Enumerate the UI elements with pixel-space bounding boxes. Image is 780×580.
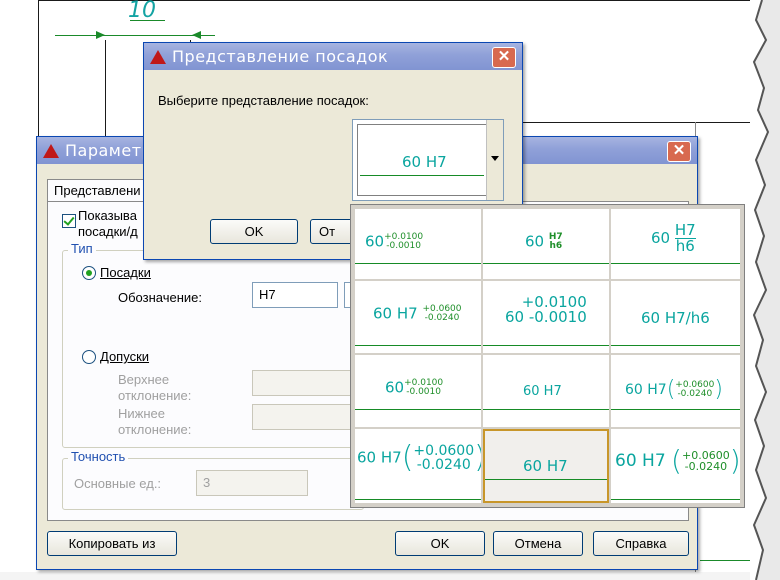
fits-title: Представление посадок bbox=[172, 47, 389, 66]
fit-option[interactable]: 60 +0.0100 -0.0010 bbox=[355, 209, 481, 279]
option-lower: -0.0010 bbox=[386, 241, 421, 251]
tolerances-radio-label: Допуски bbox=[100, 349, 150, 364]
cancel-button[interactable]: Отмена bbox=[493, 531, 583, 556]
option-baseline bbox=[483, 263, 609, 264]
option-baseline bbox=[483, 345, 609, 346]
option-baseline bbox=[611, 345, 740, 346]
upper-deviation-label-line2: отклонение: bbox=[118, 388, 192, 403]
dimension-arrow-left bbox=[96, 31, 105, 39]
app-logo-icon bbox=[150, 49, 166, 64]
close-icon[interactable]: ✕ bbox=[667, 141, 691, 162]
fit-option[interactable]: 60 H7 +0.0600 -0.0240 bbox=[355, 281, 481, 353]
option-base: 60 bbox=[385, 378, 405, 397]
help-button[interactable]: Справка bbox=[593, 531, 689, 556]
show-fits-label-line1: Показыва bbox=[78, 208, 137, 223]
app-logo-icon bbox=[43, 143, 59, 158]
fit-option[interactable]: +0.0100 60 -0.0010 bbox=[483, 281, 609, 353]
option-text: 60 H7/h6 bbox=[641, 309, 710, 327]
dimension-line bbox=[55, 35, 215, 36]
copy-from-button[interactable]: Копировать из bbox=[47, 531, 177, 556]
chevron-down-icon[interactable] bbox=[486, 120, 503, 200]
fit-option[interactable]: 60 H7 (+0.0600 -0.0240) bbox=[611, 429, 740, 503]
show-fits-checkbox[interactable] bbox=[62, 214, 76, 228]
option-baseline bbox=[355, 263, 481, 264]
fit-option[interactable]: 60 H7(+0.0600-0.0240) bbox=[611, 355, 740, 427]
option-baseline bbox=[483, 409, 609, 410]
option-baseline bbox=[611, 499, 740, 500]
ok-button[interactable]: OK bbox=[395, 531, 485, 556]
fit-option[interactable]: 60 H7(+0.0600-0.0240) bbox=[355, 429, 481, 503]
dimension-arrow-right bbox=[192, 31, 201, 39]
option-lower: -0.0240 bbox=[424, 313, 460, 323]
combo-preview: 60 H7 bbox=[357, 124, 487, 196]
option-base: 60 H7 bbox=[625, 382, 667, 398]
option-base: 60 H7 bbox=[373, 304, 418, 323]
option-text: 60 H7 bbox=[523, 384, 562, 399]
fit-option[interactable]: 60 H7/h6 bbox=[611, 281, 740, 353]
show-fits-label-line2: посадки/д bbox=[78, 224, 138, 239]
fits-dropdown-list: 60 +0.0100 -0.0010 60 H7 h6 60 H7 h6 60 H7 +… bbox=[350, 204, 745, 508]
option-lower: h6 bbox=[675, 237, 695, 255]
precision-group-label: Точность bbox=[68, 449, 129, 464]
option-upper: +0.0600 bbox=[413, 443, 475, 459]
fit-option[interactable]: 60 +0.0100 -0.0010 bbox=[355, 355, 481, 427]
upper-deviation-input bbox=[252, 370, 360, 396]
option-lower: -0.0010 bbox=[406, 387, 441, 397]
fit-option[interactable]: 60 H7 bbox=[483, 355, 609, 427]
option-baseline bbox=[355, 409, 481, 410]
option-baseline bbox=[611, 409, 740, 410]
parameters-title: Параметр bbox=[65, 141, 153, 160]
fits-radio[interactable] bbox=[82, 266, 96, 280]
lower-deviation-label-line1: Нижнее bbox=[118, 406, 165, 421]
designation-input[interactable]: H7 bbox=[252, 282, 338, 308]
fits-prompt: Выберите представление посадок: bbox=[158, 93, 369, 108]
lower-deviation-label-line2: отклонение: bbox=[118, 422, 192, 437]
fit-option[interactable]: 60 H7 h6 bbox=[483, 209, 609, 279]
combo-preview-text: 60 H7 bbox=[402, 153, 447, 171]
drawing-line bbox=[520, 122, 760, 123]
drawing-line bbox=[105, 40, 106, 140]
fit-option[interactable]: 60 H7 h6 bbox=[611, 209, 740, 279]
option-lower: -0.0240 bbox=[684, 460, 728, 473]
option-lower: 60 -0.0010 bbox=[505, 308, 587, 326]
fits-radio-label: Посадки bbox=[100, 265, 151, 280]
option-baseline bbox=[611, 263, 740, 264]
option-lower: h6 bbox=[549, 241, 563, 251]
main-units-label: Основные ед.: bbox=[74, 476, 162, 491]
dimension-text: 10 bbox=[128, 0, 156, 23]
option-base: 60 H7 bbox=[615, 451, 666, 471]
type-group-label: Тип bbox=[68, 241, 96, 256]
designation-label: Обозначение: bbox=[118, 290, 203, 305]
option-baseline bbox=[355, 499, 481, 500]
combo-preview-line bbox=[360, 175, 484, 176]
option-baseline bbox=[355, 345, 481, 346]
fits-titlebar[interactable]: Представление посадок bbox=[144, 43, 522, 70]
fits-representation-combo[interactable]: 60 H7 bbox=[352, 119, 504, 201]
option-baseline bbox=[485, 479, 607, 480]
option-lower: -0.0240 bbox=[677, 389, 713, 399]
option-base: 60 bbox=[525, 232, 545, 251]
close-icon[interactable]: ✕ bbox=[492, 47, 516, 68]
torn-paper-edge bbox=[750, 0, 780, 580]
lower-deviation-input bbox=[252, 404, 360, 430]
option-text: 60 H7 bbox=[523, 457, 568, 475]
option-base: 60 bbox=[365, 232, 385, 251]
tolerances-radio[interactable] bbox=[82, 350, 96, 364]
fit-option-selected[interactable]: 60 H7 bbox=[483, 429, 609, 503]
option-lower: -0.0240 bbox=[416, 457, 471, 473]
main-units-input: 3 bbox=[196, 470, 308, 496]
ok-button[interactable]: OK bbox=[210, 219, 298, 244]
upper-deviation-label-line1: Верхнее bbox=[118, 372, 170, 387]
option-base: 60 bbox=[651, 229, 671, 247]
option-base: 60 H7 bbox=[357, 448, 402, 467]
